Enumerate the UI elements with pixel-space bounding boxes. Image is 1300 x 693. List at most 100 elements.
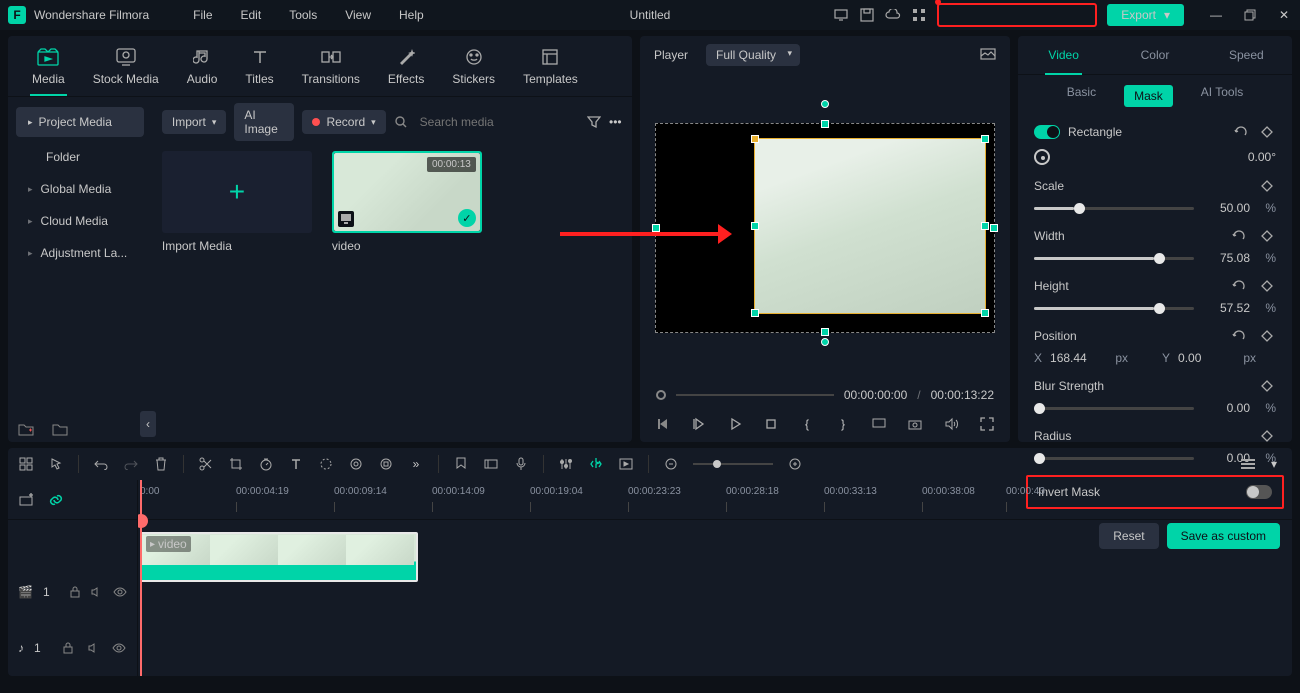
track-icon[interactable]	[483, 456, 499, 472]
playhead[interactable]	[140, 480, 142, 676]
lock-icon[interactable]	[70, 584, 81, 600]
tab-media[interactable]: Media	[18, 42, 79, 90]
tab-transitions[interactable]: Transitions	[288, 42, 374, 90]
filter-icon[interactable]	[587, 114, 601, 130]
settings-icon[interactable]: ▾	[1266, 456, 1282, 472]
width-slider[interactable]	[1034, 257, 1194, 260]
speed-tool-icon[interactable]	[258, 456, 274, 472]
auto-ripple-icon[interactable]	[588, 456, 604, 472]
split-icon[interactable]	[198, 456, 214, 472]
keyframe-icon[interactable]	[1258, 177, 1276, 195]
blur-slider[interactable]	[1034, 407, 1194, 410]
grid-icon[interactable]	[911, 7, 927, 23]
save-icon[interactable]	[859, 7, 875, 23]
color-wheel-icon[interactable]	[348, 456, 364, 472]
prev-frame-icon[interactable]	[655, 416, 671, 432]
video-clip[interactable]: ▸ video	[140, 532, 418, 582]
display-icon[interactable]	[871, 416, 887, 432]
resize-handle[interactable]	[981, 309, 989, 317]
rotate-dial[interactable]	[1034, 149, 1050, 165]
keyframe-icon[interactable]	[1258, 327, 1276, 345]
reset-icon[interactable]	[1230, 327, 1248, 345]
dash-handle[interactable]	[821, 328, 829, 336]
sidebar-global-media[interactable]: ▸Global Media	[8, 173, 152, 205]
rotate-handle[interactable]	[821, 100, 829, 108]
resize-handle[interactable]	[751, 135, 759, 143]
menu-tools[interactable]: Tools	[275, 8, 331, 22]
resize-handle[interactable]	[751, 222, 759, 230]
height-slider[interactable]	[1034, 307, 1194, 310]
tab-titles[interactable]: Titles	[231, 42, 287, 90]
snapshot-icon[interactable]	[980, 47, 996, 63]
import-media-card[interactable]: + Import Media	[162, 151, 312, 253]
reset-icon[interactable]	[1230, 277, 1248, 295]
export-button[interactable]: Export▾	[1107, 4, 1184, 26]
stop-icon[interactable]	[763, 416, 779, 432]
keyframe-icon[interactable]	[1258, 427, 1276, 445]
menu-help[interactable]: Help	[385, 8, 438, 22]
height-value[interactable]: 57.52	[1204, 301, 1250, 315]
dash-handle[interactable]	[821, 120, 829, 128]
video-clip-card[interactable]: 00:00:13 ✓ video	[332, 151, 482, 253]
x-value[interactable]: 168.44	[1050, 351, 1104, 365]
mute-icon[interactable]	[86, 640, 101, 656]
scale-value[interactable]: 50.00	[1204, 201, 1250, 215]
lock-icon[interactable]	[61, 640, 76, 656]
tab-stickers[interactable]: Stickers	[438, 42, 509, 90]
timeline-tracks[interactable]: 0:00 00:00:04:19 00:00:09:14 00:00:14:09…	[138, 480, 1292, 676]
mark-out-icon[interactable]: }	[835, 416, 851, 432]
cloud-icon[interactable]	[885, 7, 901, 23]
more-tools-icon[interactable]: »	[408, 456, 424, 472]
playhead-handle[interactable]	[656, 390, 666, 400]
audio-track-header[interactable]: ♪1	[8, 620, 137, 676]
subtab-mask[interactable]: Mask	[1124, 85, 1173, 107]
menu-view[interactable]: View	[331, 8, 385, 22]
tab-speed[interactable]: Speed	[1201, 36, 1292, 74]
menu-edit[interactable]: Edit	[227, 8, 276, 22]
mixer-icon[interactable]	[558, 456, 574, 472]
eye-icon[interactable]	[113, 584, 127, 600]
device-icon[interactable]	[833, 7, 849, 23]
preview-canvas[interactable]	[655, 123, 995, 333]
adjust-icon[interactable]	[378, 456, 394, 472]
sidebar-folder[interactable]: Folder	[8, 141, 152, 173]
sidebar-cloud-media[interactable]: ▸Cloud Media	[8, 205, 152, 237]
mic-icon[interactable]	[513, 456, 529, 472]
tab-audio[interactable]: Audio	[173, 42, 232, 90]
tab-color[interactable]: Color	[1109, 36, 1200, 74]
mute-icon[interactable]	[91, 584, 103, 600]
crop-icon[interactable]	[228, 456, 244, 472]
marker-icon[interactable]	[453, 456, 469, 472]
subtab-ai-tools[interactable]: AI Tools	[1201, 85, 1243, 107]
zoom-out-icon[interactable]	[663, 456, 679, 472]
bottom-handle[interactable]	[821, 338, 829, 346]
minimize-icon[interactable]: —	[1208, 7, 1224, 23]
width-value[interactable]: 75.08	[1204, 251, 1250, 265]
notification-area[interactable]	[937, 3, 1097, 27]
layout-icon[interactable]	[18, 456, 34, 472]
y-value[interactable]: 0.00	[1178, 351, 1232, 365]
delete-icon[interactable]	[153, 456, 169, 472]
mark-in-icon[interactable]: {	[799, 416, 815, 432]
link-icon[interactable]	[48, 492, 64, 508]
mask-region[interactable]	[754, 138, 986, 314]
rotate-value[interactable]: 0.00°	[1216, 150, 1276, 164]
pointer-icon[interactable]	[48, 456, 64, 472]
reset-icon[interactable]	[1232, 123, 1250, 141]
zoom-in-icon[interactable]	[787, 456, 803, 472]
tab-templates[interactable]: Templates	[509, 42, 592, 90]
redo-icon[interactable]	[123, 456, 139, 472]
play-back-icon[interactable]	[691, 416, 707, 432]
keyframe-icon[interactable]	[1258, 277, 1276, 295]
project-media-button[interactable]: ▸Project Media	[16, 107, 144, 137]
text-icon[interactable]	[288, 456, 304, 472]
resize-handle[interactable]	[981, 222, 989, 230]
more-icon[interactable]: •••	[609, 114, 622, 130]
zoom-slider[interactable]	[693, 463, 773, 465]
undo-icon[interactable]	[93, 456, 109, 472]
folder-icon[interactable]	[52, 421, 68, 437]
ai-image-button[interactable]: AI Image	[234, 103, 294, 141]
import-button[interactable]: Import▾	[162, 110, 227, 134]
camera-icon[interactable]	[907, 416, 923, 432]
blur-value[interactable]: 0.00	[1204, 401, 1250, 415]
